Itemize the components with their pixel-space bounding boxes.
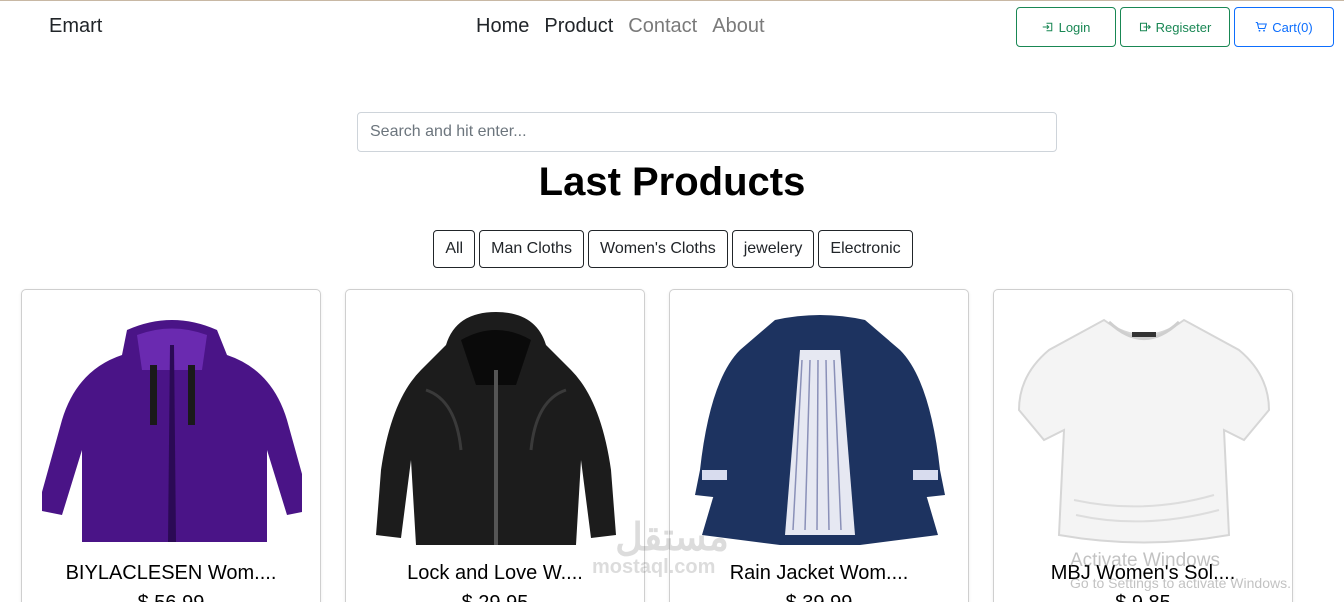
brand-logo[interactable]: Emart xyxy=(49,15,102,38)
filter-jewelery-button[interactable]: jewelery xyxy=(731,230,815,268)
main-nav: Home Product Contact About xyxy=(476,15,765,38)
nav-home[interactable]: Home xyxy=(476,15,529,38)
product-card[interactable]: Rain Jacket Wom.... $ 39.99 xyxy=(669,289,969,602)
search-input[interactable] xyxy=(357,112,1057,152)
product-price: $ 9.85 xyxy=(994,592,1292,602)
navy-rain-jacket-image xyxy=(695,315,945,545)
register-label: Regiseter xyxy=(1155,19,1212,35)
login-button[interactable]: Login xyxy=(1016,7,1116,47)
cart-button[interactable]: Cart(0) xyxy=(1234,7,1334,47)
filter-man-cloths-button[interactable]: Man Cloths xyxy=(479,230,585,268)
page-title: Last Products xyxy=(538,160,806,204)
register-icon xyxy=(1139,22,1151,32)
cart-label: Cart(0) xyxy=(1272,19,1313,35)
filter-electronic-button[interactable]: Electronic xyxy=(818,230,913,268)
filter-all-button[interactable]: All xyxy=(433,230,476,268)
product-card[interactable]: Lock and Love W.... $ 29.95 xyxy=(345,289,645,602)
activate-windows-title: Activate Windows xyxy=(1070,550,1220,571)
product-price: $ 39.99 xyxy=(670,592,968,602)
product-title: Rain Jacket Wom.... xyxy=(729,562,909,584)
register-button[interactable]: Regiseter xyxy=(1120,7,1230,47)
product-price: $ 29.95 xyxy=(346,592,644,602)
product-title: BIYLACLESEN Wom.... xyxy=(65,562,277,584)
product-price: $ 56.99 xyxy=(22,592,320,602)
login-icon xyxy=(1042,22,1052,32)
nav-product[interactable]: Product xyxy=(544,15,613,38)
nav-about[interactable]: About xyxy=(712,15,764,38)
cart-icon xyxy=(1256,21,1268,32)
login-label: Login xyxy=(1058,19,1091,35)
product-title: Lock and Love W.... xyxy=(407,562,583,584)
filter-womens-cloths-button[interactable]: Women's Cloths xyxy=(588,230,728,268)
black-leather-jacket-image xyxy=(376,312,616,545)
product-card[interactable]: BIYLACLESEN Wom.... $ 56.99 xyxy=(21,289,321,602)
purple-jacket-image xyxy=(42,320,302,542)
activate-windows-subtitle: Go to Settings to activate Windows. xyxy=(1070,575,1291,591)
white-tshirt-image xyxy=(1017,318,1271,544)
nav-contact[interactable]: Contact xyxy=(628,15,697,38)
category-filters: All Man Cloths Women's Cloths jewelery E… xyxy=(0,230,1344,268)
top-border-line xyxy=(0,0,1344,1)
